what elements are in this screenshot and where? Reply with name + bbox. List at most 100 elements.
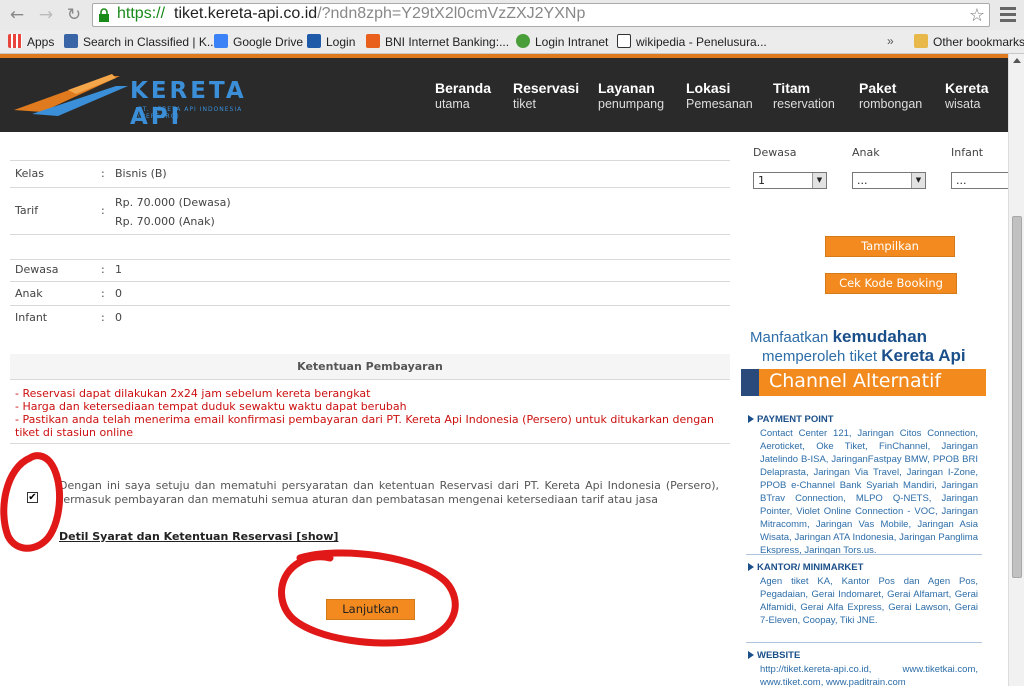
infant-value: 0 xyxy=(115,311,122,324)
infant-label: Infant xyxy=(15,311,48,324)
browser-toolbar: ← → ↻ https:// tiket.kereta-api.co.id/?n… xyxy=(0,0,1024,30)
nav-kereta[interactable]: Kereta wisata xyxy=(945,80,989,111)
wikipedia-icon xyxy=(617,34,631,48)
page-scrollbar[interactable] xyxy=(1008,54,1024,686)
anak-select-label: Anak xyxy=(852,146,880,159)
address-bar[interactable]: https:// tiket.kereta-api.co.id/?ndn8zph… xyxy=(92,3,990,27)
bookmark-apps[interactable]: Apps xyxy=(8,34,54,50)
folder-icon xyxy=(914,34,928,48)
nav-layanan[interactable]: Layanan penumpang xyxy=(598,80,664,111)
nav-subtitle: reservation xyxy=(773,97,835,111)
sidebar: Dewasa Anak Infant 1 ▼ ... ▼ ... Tampilkan… xyxy=(740,132,1008,688)
dewasa-label: Dewasa xyxy=(15,263,59,276)
nav-title: Layanan xyxy=(598,80,655,96)
tampilkan-button[interactable]: Tampilkan xyxy=(825,236,955,257)
bookmarks-bar: Apps Search in Classified | K... Google … xyxy=(0,30,1024,54)
scroll-up-arrow-icon[interactable] xyxy=(1013,58,1021,63)
agreement-text: Dengan ini saya setuju dan mematuhi pers… xyxy=(59,479,719,506)
website-body: http://tiket.kereta-api.co.id, www.tiket… xyxy=(760,664,978,688)
dewasa-select[interactable]: 1 ▼ xyxy=(753,172,827,189)
nav-title: Reservasi xyxy=(513,80,580,96)
infant-select-label: Infant xyxy=(951,146,984,159)
kelas-label: Kelas xyxy=(15,167,44,180)
channel-title: Channel Alternatif xyxy=(769,370,942,392)
lock-icon xyxy=(99,8,109,22)
payment-point-body: Contact Center 121, Jaringan Citos Conne… xyxy=(760,428,978,556)
bookmark-classified[interactable]: Search in Classified | K... xyxy=(64,34,217,50)
cek-kode-booking-button[interactable]: Cek Kode Booking xyxy=(825,273,957,294)
kantor-body: Agen tiket KA, Kantor Pos dan Agen Pos, … xyxy=(760,576,978,626)
promo-bold: kemudahan xyxy=(832,327,928,346)
triangle-bullet-icon xyxy=(748,563,754,571)
infant-selected-value: ... xyxy=(956,174,967,187)
bookmark-login[interactable]: Login xyxy=(307,34,355,50)
bookmark-intranet[interactable]: Login Intranet xyxy=(516,34,608,50)
bookmark-label: Other bookmarks xyxy=(933,35,1024,49)
nav-subtitle: rombongan xyxy=(859,97,923,111)
bookmark-label: Search in Classified | K... xyxy=(83,35,217,49)
url-text: tiket.kereta-api.co.id/?ndn8zph=Y29tX2l0… xyxy=(174,5,585,23)
forward-arrow-icon[interactable]: → xyxy=(35,4,57,26)
colon: : xyxy=(101,287,105,300)
bni-icon xyxy=(366,34,380,48)
nav-beranda[interactable]: Beranda utama xyxy=(435,80,491,111)
website-heading: WEBSITE xyxy=(748,650,800,661)
dewasa-value: 1 xyxy=(115,263,122,276)
divider xyxy=(10,234,730,235)
section-title: WEBSITE xyxy=(757,650,801,661)
section-title: PAYMENT POINT xyxy=(757,414,834,425)
nav-title: Lokasi xyxy=(686,80,731,96)
bookmark-label: Login Intranet xyxy=(535,35,609,49)
anak-select[interactable]: ... ▼ xyxy=(852,172,926,189)
lanjutkan-button[interactable]: Lanjutkan xyxy=(326,599,415,620)
hamburger-menu-icon[interactable] xyxy=(998,4,1018,24)
tarif-anak-value: Rp. 70.000 (Anak) xyxy=(115,215,215,228)
payment-point-heading: PAYMENT POINT xyxy=(748,414,834,425)
bookmark-bni[interactable]: BNI Internet Banking:... xyxy=(366,34,509,50)
divider xyxy=(10,187,730,188)
ketentuan-heading: Ketentuan Pembayaran xyxy=(10,354,730,380)
term-line-2: - Harga dan ketersediaan tempat duduk se… xyxy=(15,400,407,413)
nav-lokasi[interactable]: Lokasi Pemesanan xyxy=(686,80,753,111)
tarif-label: Tarif xyxy=(15,204,39,217)
divider xyxy=(10,160,730,161)
star-icon[interactable]: ☆ xyxy=(969,5,985,26)
triangle-bullet-icon xyxy=(748,415,754,423)
infant-select[interactable]: ... xyxy=(951,172,1008,189)
reload-icon[interactable]: ↻ xyxy=(63,4,85,26)
divider xyxy=(10,305,730,306)
divider xyxy=(746,554,982,555)
divider xyxy=(746,642,982,643)
bookmarks-overflow[interactable]: » xyxy=(887,34,894,48)
bookmark-wikipedia[interactable]: wikipedia - Penelusura... xyxy=(617,34,767,50)
promo-text: memperoleh tiket xyxy=(762,348,882,365)
nav-reservasi[interactable]: Reservasi tiket xyxy=(513,80,579,111)
triangle-bullet-icon xyxy=(748,651,754,659)
anak-selected-value: ... xyxy=(857,174,868,187)
dropdown-arrow-icon: ▼ xyxy=(812,173,826,188)
anak-label: Anak xyxy=(15,287,43,300)
colon: : xyxy=(101,167,105,180)
detail-terms-link[interactable]: Detil Syarat dan Ketentuan Reservasi [sh… xyxy=(59,530,338,543)
colon: : xyxy=(101,311,105,324)
nav-titam[interactable]: Titam reservation xyxy=(773,80,835,111)
dewasa-select-label: Dewasa xyxy=(753,146,797,159)
bookmark-other[interactable]: Other bookmarks xyxy=(914,34,1024,50)
bookmark-google-drive[interactable]: Google Drive xyxy=(214,34,303,50)
colon: : xyxy=(101,204,105,217)
dewasa-selected-value: 1 xyxy=(758,174,765,187)
kantor-heading: KANTOR/ MINIMARKET xyxy=(748,562,863,573)
kelas-value: Bisnis (B) xyxy=(115,167,167,180)
site-header: KERETA API PT. KERETA API INDONESIA (PER… xyxy=(0,54,1008,132)
agree-checkbox[interactable]: ✔ xyxy=(27,492,38,503)
scroll-thumb[interactable] xyxy=(1012,216,1022,578)
logo-title: KERETA API xyxy=(130,78,247,130)
promo-line-2: memperoleh tiket Kereta Api xyxy=(762,346,966,366)
nav-title: Beranda xyxy=(435,80,492,96)
kereta-api-logo[interactable]: KERETA API PT. KERETA API INDONESIA (PER… xyxy=(12,68,282,130)
back-arrow-icon[interactable]: ← xyxy=(6,4,28,26)
divider xyxy=(10,443,730,444)
nav-subtitle: utama xyxy=(435,97,470,111)
booking-summary: Kelas : Bisnis (B) Tarif : Rp. 70.000 (D… xyxy=(0,132,740,686)
nav-paket[interactable]: Paket rombongan xyxy=(859,80,922,111)
